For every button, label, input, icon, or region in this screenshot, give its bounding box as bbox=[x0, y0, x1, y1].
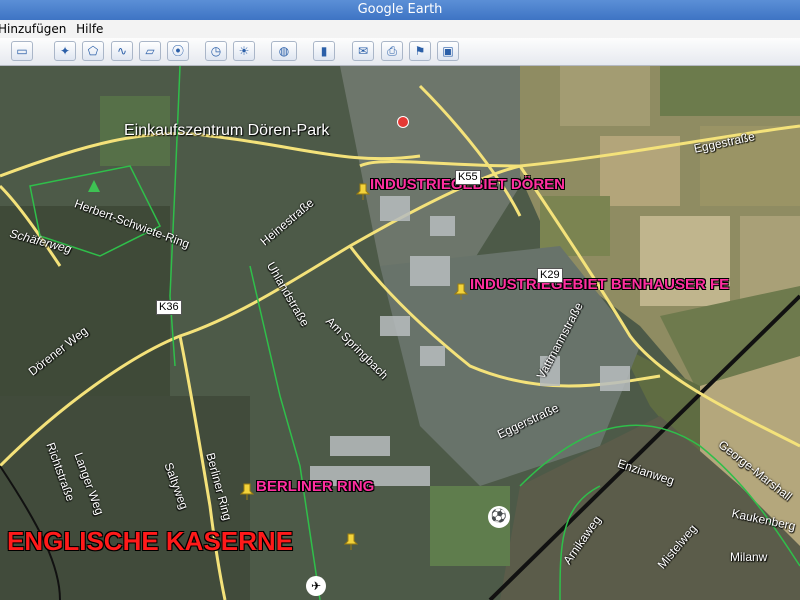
email-icon[interactable]: ✉ bbox=[352, 41, 374, 61]
poi-icon[interactable] bbox=[397, 116, 409, 128]
save-image-icon[interactable]: ▣ bbox=[437, 41, 459, 61]
window-title: Google Earth bbox=[0, 0, 800, 20]
historical-imagery-icon[interactable]: ◷ bbox=[205, 41, 227, 61]
menu-hinzufuegen[interactable]: Hinzufügen bbox=[0, 20, 72, 38]
placemark-pin-icon[interactable] bbox=[240, 482, 254, 500]
place-label[interactable]: BERLINER RING bbox=[256, 478, 374, 495]
street-label: Milanw bbox=[730, 550, 768, 564]
overlay-icon[interactable]: ▱ bbox=[139, 41, 161, 61]
ruler-icon[interactable]: ▮ bbox=[313, 41, 335, 61]
placemark-icon[interactable]: ✦ bbox=[54, 41, 76, 61]
menu-hilfe[interactable]: Hilfe bbox=[76, 20, 109, 38]
print-icon[interactable]: ⎙ bbox=[381, 41, 403, 61]
view-in-maps-icon[interactable]: ⚑ bbox=[409, 41, 431, 61]
place-label[interactable]: ENGLISCHE KASERNE bbox=[7, 526, 293, 557]
sidebar-icon[interactable]: ▭ bbox=[11, 41, 33, 61]
planets-icon[interactable]: ◍ bbox=[271, 41, 297, 61]
record-tour-icon[interactable]: ⦿ bbox=[167, 41, 189, 61]
placemark-pin-icon[interactable] bbox=[344, 532, 358, 550]
sports-icon[interactable]: ⚽ bbox=[488, 506, 510, 528]
placemark-pin-icon[interactable] bbox=[454, 282, 468, 300]
path-icon[interactable]: ∿ bbox=[111, 41, 133, 61]
map-view[interactable]: Einkaufszentrum Dören-Park INDUSTRIEGEBI… bbox=[0, 66, 800, 600]
sports-icon[interactable]: ✈ bbox=[306, 576, 326, 596]
road-shield: K36 bbox=[156, 300, 182, 315]
place-label[interactable]: Einkaufszentrum Dören-Park bbox=[124, 122, 329, 140]
sunlight-icon[interactable]: ☀ bbox=[233, 41, 255, 61]
place-label[interactable]: INDUSTRIEGEBIET BENHAUSER FE bbox=[470, 276, 729, 293]
placemark-pin-icon[interactable] bbox=[356, 182, 370, 200]
park-icon[interactable] bbox=[88, 180, 100, 192]
road-shield: K29 bbox=[537, 268, 563, 283]
road-shield: K55 bbox=[455, 170, 481, 185]
polygon-icon[interactable]: ⬠ bbox=[82, 41, 104, 61]
menu-bar: Hinzufügen Hilfe bbox=[0, 20, 800, 38]
satellite-imagery bbox=[0, 66, 800, 600]
toolbar: ▭ ✦ ⬠ ∿ ▱ ⦿ ◷ ☀ ◍ ▮ ✉ ⎙ ⚑ ▣ bbox=[0, 38, 800, 66]
